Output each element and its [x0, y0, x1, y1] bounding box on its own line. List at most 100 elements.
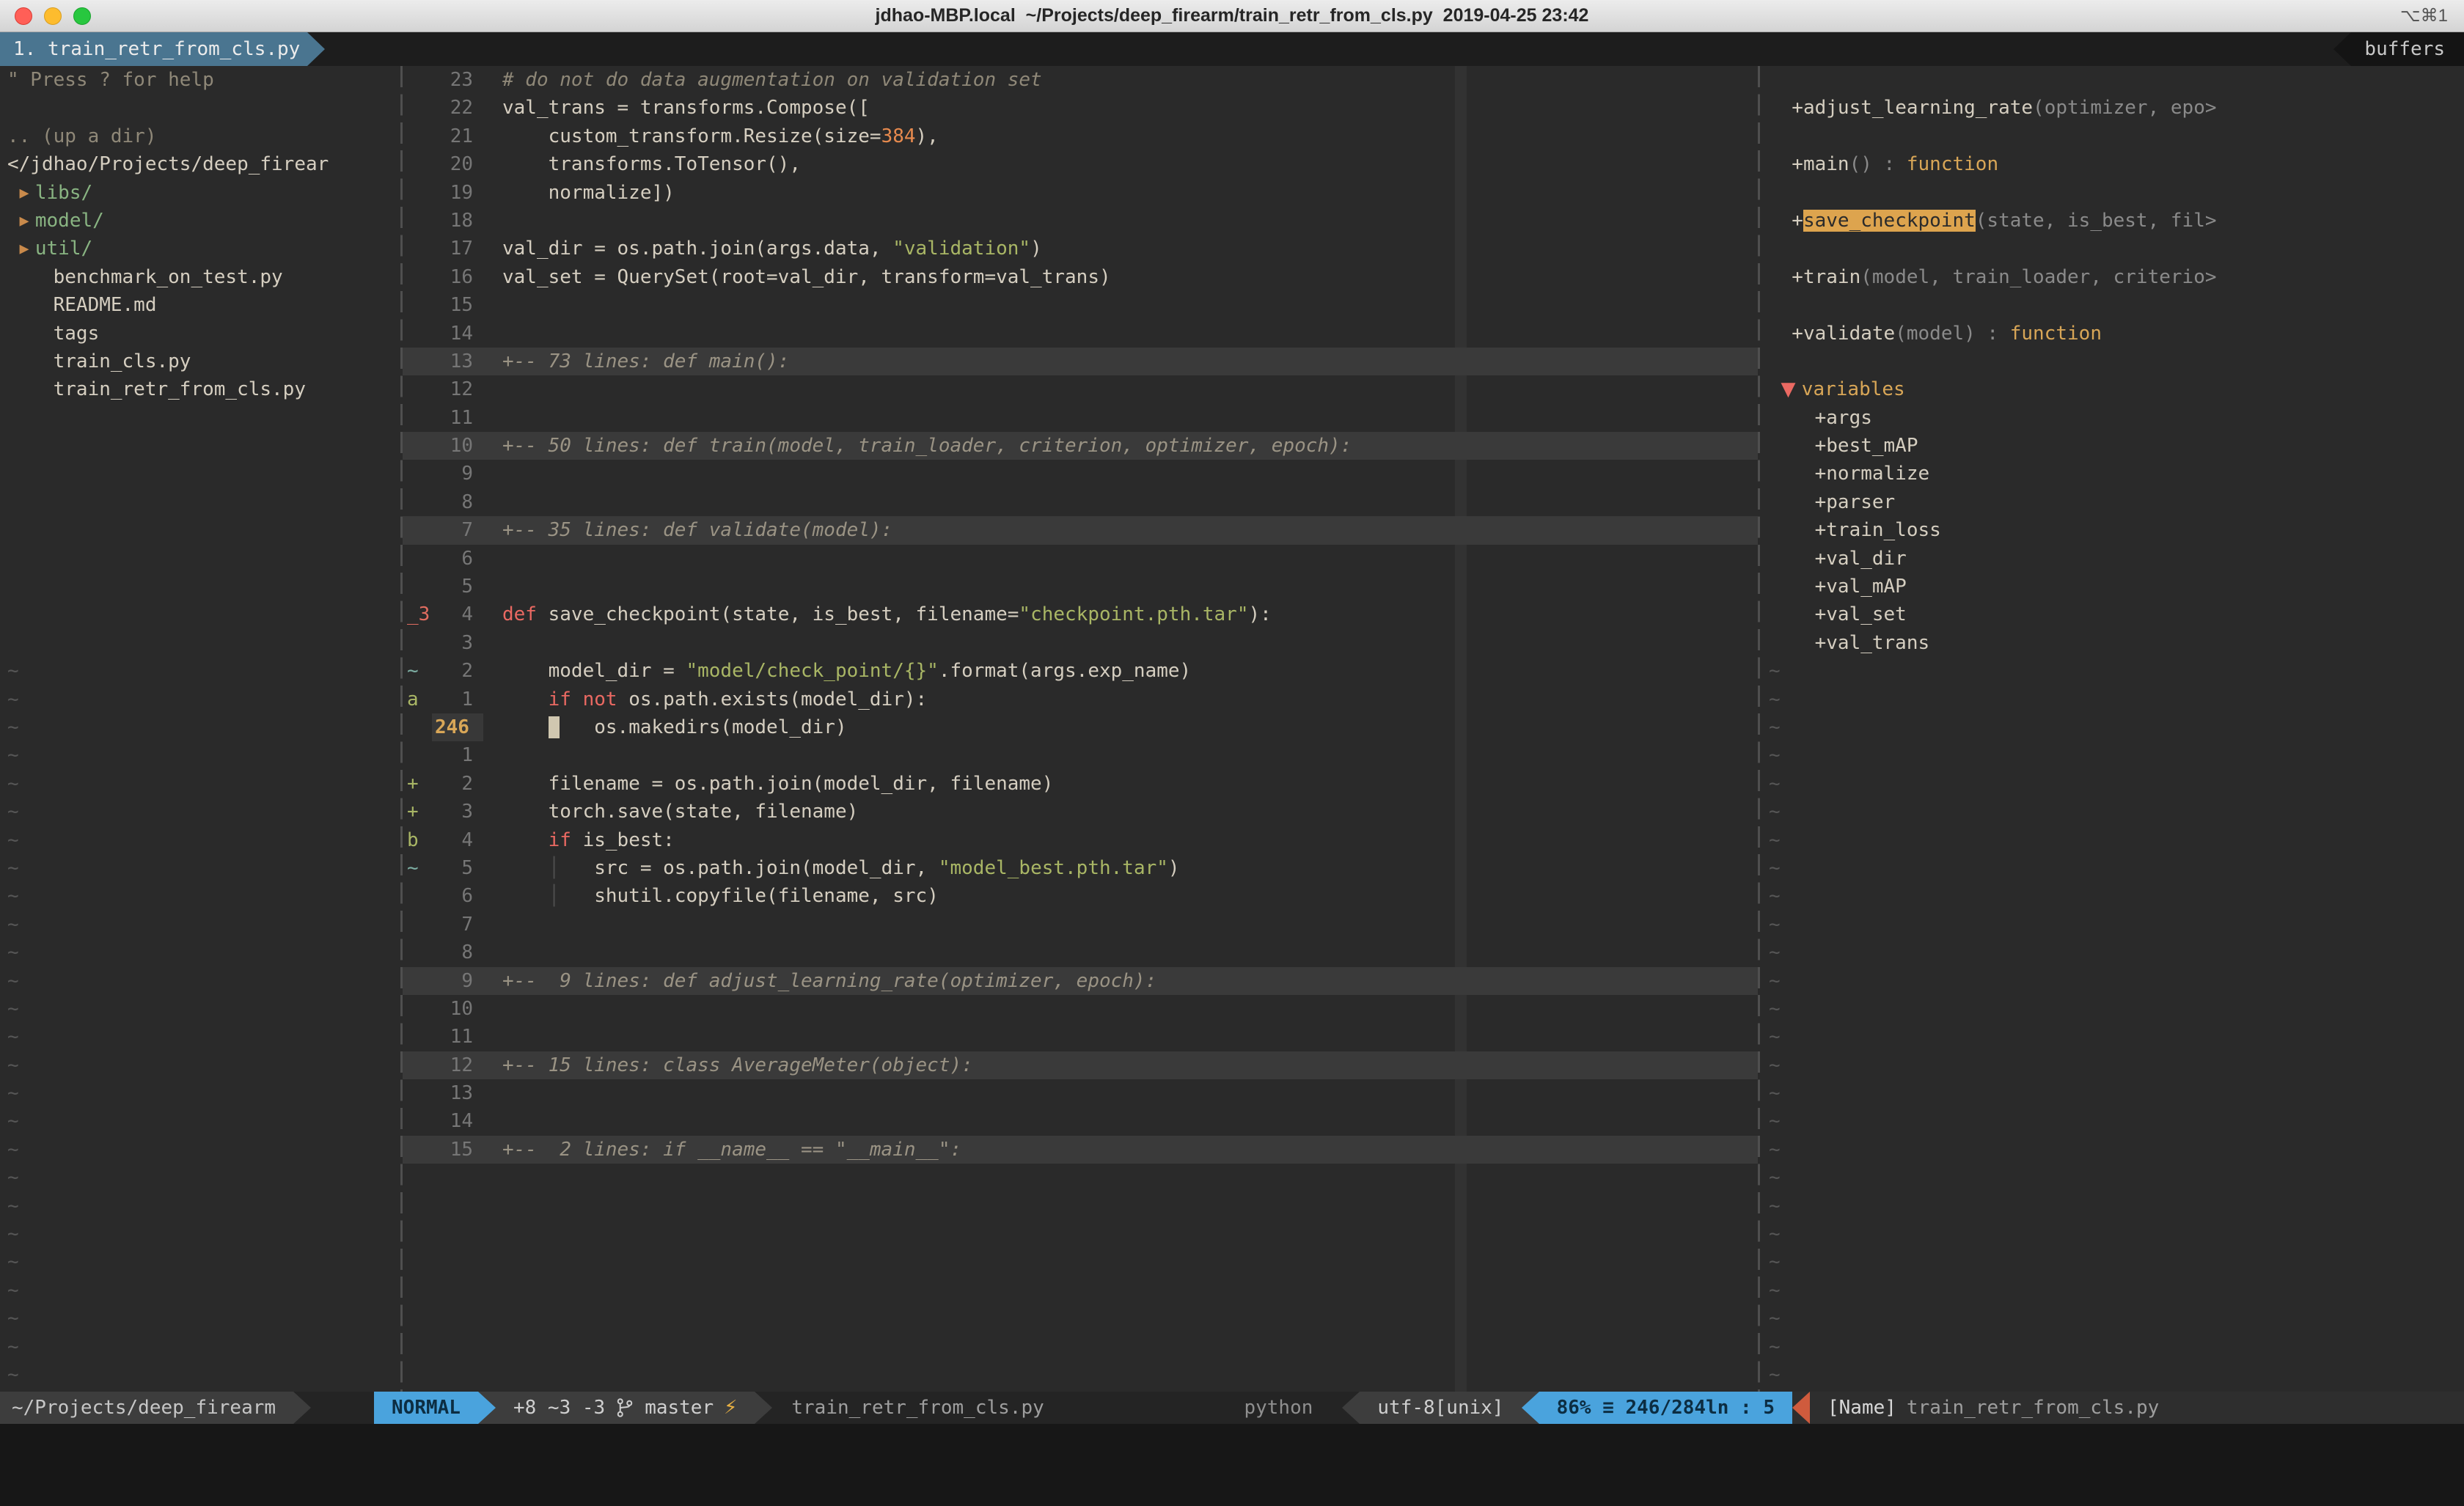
tag-item[interactable]: +train(model, train_loader, criterio>: [1769, 263, 2464, 291]
folded-line[interactable]: 12+-- 15 lines: class AverageMeter(objec…: [403, 1051, 1758, 1079]
tree-root-path[interactable]: </jdhao/Projects/deep_firear: [0, 150, 400, 178]
code-line[interactable]: 14: [403, 320, 1758, 348]
line-number: 6: [432, 882, 483, 910]
sign-column-cell: [403, 1304, 432, 1332]
tag-variable-label: +args: [1769, 407, 1872, 429]
folded-line[interactable]: 9+-- 9 lines: def adjust_learning_rate(o…: [403, 967, 1758, 995]
buffer-tab[interactable]: 1. train_retr_from_cls.py: [0, 32, 307, 66]
nerdtree-panel[interactable]: " Press ? for help.. (up a dir)</jdhao/P…: [0, 66, 400, 1392]
code-line[interactable]: 19 normalize]): [403, 179, 1758, 207]
code-line[interactable]: 5: [403, 573, 1758, 600]
line-number: 16: [432, 263, 483, 291]
code-line[interactable]: 23# do not do data augmentation on valid…: [403, 66, 1758, 94]
code-line[interactable]: 22val_trans = transforms.Compose([: [403, 94, 1758, 122]
tag-variable-item[interactable]: +args: [1769, 404, 2464, 432]
code-token: # do not do data augmentation on validat…: [502, 69, 1042, 91]
tag-item[interactable]: +save_checkpoint(state, is_best, fil>: [1769, 207, 2464, 235]
tag-variable-item[interactable]: +best_mAP: [1769, 432, 2464, 460]
code-line[interactable]: [403, 1333, 1758, 1361]
code-line[interactable]: 18: [403, 207, 1758, 235]
tag-item[interactable]: +adjust_learning_rate(optimizer, epo>: [1769, 94, 2464, 122]
code-line[interactable]: [403, 1192, 1758, 1220]
tree-help-text: .. (up a dir): [7, 125, 157, 147]
code-line[interactable]: 13: [403, 1079, 1758, 1107]
tree-file-item[interactable]: train_cls.py: [0, 348, 400, 375]
code-token: [571, 688, 583, 710]
tilde-marker: ~: [1769, 801, 1781, 823]
tilde-marker: ~: [1769, 1167, 1781, 1189]
code-line[interactable]: 15: [403, 291, 1758, 319]
code-line[interactable]: 6: [403, 545, 1758, 573]
code-line[interactable]: a1 if not os.path.exists(model_dir):: [403, 686, 1758, 713]
code-line[interactable]: 7: [403, 911, 1758, 939]
code-line[interactable]: [403, 1248, 1758, 1276]
tag-variable-item[interactable]: +parser: [1769, 488, 2464, 516]
code-line[interactable]: 20 transforms.ToTensor(),: [403, 150, 1758, 178]
tag-kind-header[interactable]: ▼ variables: [1769, 375, 2464, 403]
zoom-button[interactable]: [73, 7, 91, 25]
code-line[interactable]: +2 filename = os.path.join(model_dir, fi…: [403, 770, 1758, 798]
code-line[interactable]: 8: [403, 939, 1758, 966]
code-line[interactable]: [403, 1164, 1758, 1191]
folded-line[interactable]: 10+-- 50 lines: def train(model, train_l…: [403, 432, 1758, 460]
close-button[interactable]: [15, 7, 32, 25]
code-line[interactable]: 17val_dir = os.path.join(args.data, "val…: [403, 235, 1758, 262]
code-line[interactable]: 11: [403, 404, 1758, 432]
code-line[interactable]: 21 custom_transform.Resize(size=384),: [403, 122, 1758, 150]
editor-panel[interactable]: 23 # do not do data augmentation on valid…: [403, 66, 1758, 1392]
tree-file-item[interactable]: tags: [0, 320, 400, 348]
tree-dir-item[interactable]: ▸ libs/: [0, 179, 400, 207]
tree-file-item[interactable]: README.md: [0, 291, 400, 319]
code-line[interactable]: [403, 1304, 1758, 1332]
tilde-marker: ~: [1769, 1139, 1781, 1161]
tag-variable-item[interactable]: +val_mAP: [1769, 573, 2464, 600]
tree-blank-line: [0, 488, 400, 516]
code-line[interactable]: +3 torch.save(state, filename): [403, 798, 1758, 826]
tag-item[interactable]: +validate(model) : function: [1769, 320, 2464, 348]
tree-dir-item[interactable]: ▸ util/: [0, 235, 400, 262]
empty-line-tilde: ~: [0, 882, 400, 910]
code-token: src = os.path.join(model_dir,: [560, 857, 939, 879]
tag-variable-item[interactable]: +train_loss: [1769, 516, 2464, 544]
line-number: 2: [432, 657, 483, 685]
code-token: [502, 829, 549, 851]
tag-variable-item[interactable]: +normalize: [1769, 460, 2464, 488]
folded-line[interactable]: 7+-- 35 lines: def validate(model):: [403, 516, 1758, 544]
code-line[interactable]: 3: [403, 629, 1758, 657]
empty-line-tilde: ~: [1769, 1277, 2464, 1304]
code-line[interactable]: [403, 1220, 1758, 1248]
tag-variable-item[interactable]: +val_trans: [1769, 629, 2464, 657]
code-line[interactable]: 10: [403, 995, 1758, 1023]
code-line[interactable]: 1: [403, 741, 1758, 769]
code-text: val_dir = os.path.join(args.data, "valid…: [483, 235, 1758, 262]
code-line[interactable]: 9: [403, 460, 1758, 488]
tagbar-panel[interactable]: +adjust_learning_rate(optimizer, epo> +m…: [1760, 66, 2464, 1392]
code-line[interactable]: [403, 1361, 1758, 1389]
sign-column-cell: [403, 516, 432, 544]
code-line[interactable]: 246 os.makedirs(model_dir): [403, 713, 1758, 741]
tree-dir-item[interactable]: ▸ model/: [0, 207, 400, 235]
tag-variable-item[interactable]: +val_dir: [1769, 545, 2464, 573]
minimize-button[interactable]: [44, 7, 62, 25]
code-line[interactable]: 14: [403, 1107, 1758, 1135]
tag-item[interactable]: +main() : function: [1769, 150, 2464, 178]
folded-line[interactable]: 13+-- 73 lines: def main():: [403, 348, 1758, 375]
code-line[interactable]: ~5 │ src = os.path.join(model_dir, "mode…: [403, 854, 1758, 882]
tilde-marker: ~: [1769, 970, 1781, 992]
code-line[interactable]: ~2 model_dir = "model/check_point/{}".fo…: [403, 657, 1758, 685]
tag-variable-item[interactable]: +val_set: [1769, 600, 2464, 628]
code-line[interactable]: 8: [403, 488, 1758, 516]
tree-file-item[interactable]: benchmark_on_test.py: [0, 263, 400, 291]
code-line[interactable]: b4 if is_best:: [403, 826, 1758, 854]
code-line[interactable]: 16val_set = QuerySet(root=val_dir, trans…: [403, 263, 1758, 291]
fold-text: +-- 2 lines: if __name__ == "__main__":: [483, 1136, 1758, 1164]
code-line[interactable]: [403, 1277, 1758, 1304]
sign-column-cell: [403, 995, 432, 1023]
code-line[interactable]: 12: [403, 375, 1758, 403]
code-line[interactable]: _34def save_checkpoint(state, is_best, f…: [403, 600, 1758, 628]
code-line[interactable]: 6 │ shutil.copyfile(filename, src): [403, 882, 1758, 910]
tagbar-blank-line: [1769, 179, 2464, 207]
code-line[interactable]: 11: [403, 1023, 1758, 1051]
folded-line[interactable]: 15+-- 2 lines: if __name__ == "__main__"…: [403, 1136, 1758, 1164]
tree-file-item[interactable]: train_retr_from_cls.py: [0, 375, 400, 403]
